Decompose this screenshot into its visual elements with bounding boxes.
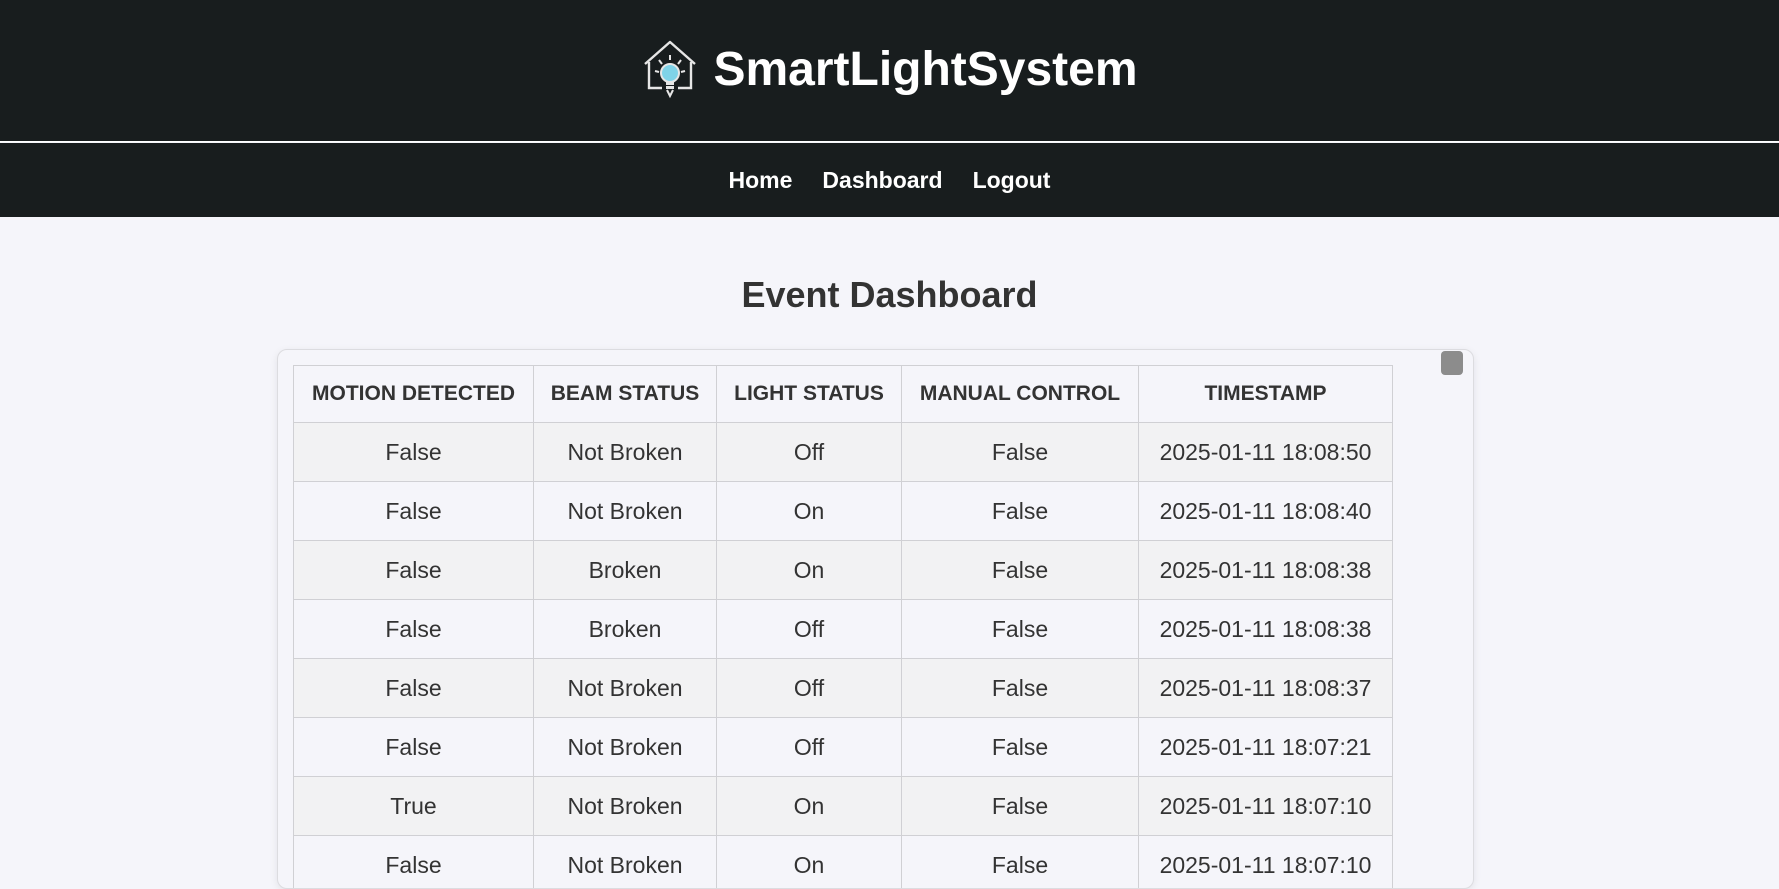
cell-motion-detected: False (294, 423, 534, 482)
cell-timestamp: 2025-01-11 18:07:10 (1139, 777, 1393, 836)
cell-manual-control: False (902, 659, 1139, 718)
cell-manual-control: False (902, 836, 1139, 889)
cell-timestamp: 2025-01-11 18:07:10 (1139, 836, 1393, 889)
table-header-row: MOTION DETECTED BEAM STATUS LIGHT STATUS… (294, 366, 1393, 423)
cell-timestamp: 2025-01-11 18:08:38 (1139, 541, 1393, 600)
scrollbar-thumb[interactable] (1441, 351, 1463, 375)
cell-light-status: Off (717, 600, 902, 659)
cell-timestamp: 2025-01-11 18:08:50 (1139, 423, 1393, 482)
brand[interactable]: SmartLightSystem (0, 38, 1779, 100)
cell-beam-status: Not Broken (534, 482, 717, 541)
cell-motion-detected: False (294, 600, 534, 659)
table-row: True Not Broken On False 2025-01-11 18:0… (294, 777, 1393, 836)
cell-beam-status: Not Broken (534, 836, 717, 889)
column-header-motion-detected: MOTION DETECTED (294, 366, 534, 423)
cell-manual-control: False (902, 777, 1139, 836)
cell-manual-control: False (902, 482, 1139, 541)
column-header-light-status: LIGHT STATUS (717, 366, 902, 423)
cell-manual-control: False (902, 423, 1139, 482)
cell-motion-detected: False (294, 541, 534, 600)
cell-manual-control: False (902, 541, 1139, 600)
table-row: False Broken On False 2025-01-11 18:08:3… (294, 541, 1393, 600)
cell-timestamp: 2025-01-11 18:08:40 (1139, 482, 1393, 541)
table-row: False Not Broken Off False 2025-01-11 18… (294, 659, 1393, 718)
cell-timestamp: 2025-01-11 18:07:21 (1139, 718, 1393, 777)
site-title: SmartLightSystem (713, 42, 1137, 97)
cell-light-status: On (717, 777, 902, 836)
cell-light-status: On (717, 541, 902, 600)
cell-light-status: Off (717, 659, 902, 718)
cell-beam-status: Not Broken (534, 423, 717, 482)
cell-beam-status: Not Broken (534, 659, 717, 718)
events-table-container[interactable]: MOTION DETECTED BEAM STATUS LIGHT STATUS… (277, 349, 1474, 889)
cell-motion-detected: True (294, 777, 534, 836)
table-row: False Not Broken On False 2025-01-11 18:… (294, 482, 1393, 541)
cell-motion-detected: False (294, 659, 534, 718)
cell-motion-detected: False (294, 482, 534, 541)
site-header: SmartLightSystem (0, 0, 1779, 142)
cell-timestamp: 2025-01-11 18:08:37 (1139, 659, 1393, 718)
cell-beam-status: Not Broken (534, 718, 717, 777)
cell-light-status: Off (717, 423, 902, 482)
page-title: Event Dashboard (0, 274, 1779, 316)
cell-light-status: Off (717, 718, 902, 777)
table-row: False Broken Off False 2025-01-11 18:08:… (294, 600, 1393, 659)
table-row: False Not Broken Off False 2025-01-11 18… (294, 423, 1393, 482)
events-table: MOTION DETECTED BEAM STATUS LIGHT STATUS… (293, 365, 1393, 889)
nav-home-link[interactable]: Home (729, 167, 793, 194)
cell-motion-detected: False (294, 836, 534, 889)
cell-manual-control: False (902, 718, 1139, 777)
table-row: False Not Broken On False 2025-01-11 18:… (294, 836, 1393, 889)
cell-light-status: On (717, 836, 902, 889)
cell-timestamp: 2025-01-11 18:08:38 (1139, 600, 1393, 659)
column-header-beam-status: BEAM STATUS (534, 366, 717, 423)
main-nav: Home Dashboard Logout (0, 143, 1779, 217)
cell-beam-status: Broken (534, 541, 717, 600)
cell-beam-status: Broken (534, 600, 717, 659)
smart-home-bulb-icon (641, 38, 699, 100)
cell-beam-status: Not Broken (534, 777, 717, 836)
column-header-manual-control: MANUAL CONTROL (902, 366, 1139, 423)
nav-dashboard-link[interactable]: Dashboard (822, 167, 942, 194)
table-row: False Not Broken Off False 2025-01-11 18… (294, 718, 1393, 777)
column-header-timestamp: TIMESTAMP (1139, 366, 1393, 423)
cell-manual-control: False (902, 600, 1139, 659)
cell-light-status: On (717, 482, 902, 541)
nav-logout-link[interactable]: Logout (973, 167, 1051, 194)
cell-motion-detected: False (294, 718, 534, 777)
